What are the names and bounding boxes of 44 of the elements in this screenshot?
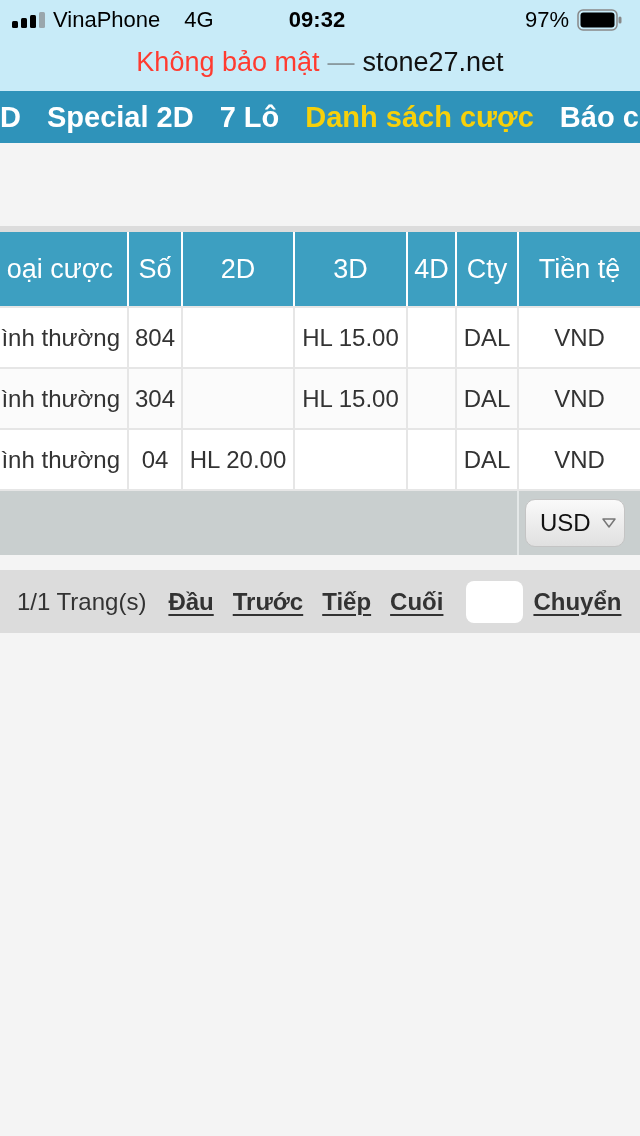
carrier-name: VinaPhone (53, 7, 161, 33)
table-cell-text: ình thường (0, 444, 121, 475)
page-link[interactable]: Tiếp (322, 587, 372, 616)
table-cell: DAL (455, 308, 517, 367)
table-cell: DAL (455, 430, 517, 489)
page-link[interactable]: Cuối (390, 587, 444, 616)
network-type: 4G (184, 7, 214, 33)
column-header: 4D (406, 232, 455, 306)
go-link[interactable]: Chuyển (533, 587, 622, 616)
column-header: 2D (181, 232, 293, 306)
battery-percent: 97% (524, 7, 569, 33)
table-cell-text: ình thường (0, 322, 121, 353)
column-header: 3D (293, 232, 406, 306)
url-domain[interactable]: stone27.net (362, 47, 504, 78)
security-warning: Không bảo mật (136, 47, 320, 78)
table-cell-text: ình thường (0, 383, 121, 414)
table-cell: VND (517, 369, 640, 428)
caret-down-icon (602, 518, 616, 528)
nav-tab[interactable]: D (0, 99, 21, 135)
nav-tab[interactable]: Special 2D (46, 99, 194, 135)
table-cell: HL 15.00 (293, 369, 406, 428)
page-link[interactable]: Đầu (168, 587, 214, 616)
column-header: Tiền tệ (517, 232, 640, 306)
table-cell: HL 15.00 (293, 308, 406, 367)
column-header: Số (127, 232, 181, 306)
currency-select[interactable]: USD (525, 499, 625, 547)
nav-tab[interactable]: Báo c (559, 99, 639, 135)
table-cell: VND (517, 430, 640, 489)
signal-strength-icon (12, 12, 47, 28)
table-cell: HL 20.00 (181, 430, 293, 489)
separator-dash: — (327, 47, 355, 78)
battery-icon (577, 9, 622, 31)
page-link[interactable]: Trước (232, 587, 304, 616)
nav-tab[interactable]: 7 Lô (219, 99, 280, 135)
clock-time: 09:32 (288, 7, 346, 33)
table-cell: VND (517, 308, 640, 367)
table-cell: 304 (127, 369, 181, 428)
page-info: 1/1 Trang(s) (17, 587, 147, 616)
table-cell: DAL (455, 369, 517, 428)
column-header: Cty (455, 232, 517, 306)
table-cell: 04 (127, 430, 181, 489)
column-header: oại cược (5, 252, 114, 286)
table-cell: 804 (127, 308, 181, 367)
page-number-input[interactable] (466, 580, 524, 623)
